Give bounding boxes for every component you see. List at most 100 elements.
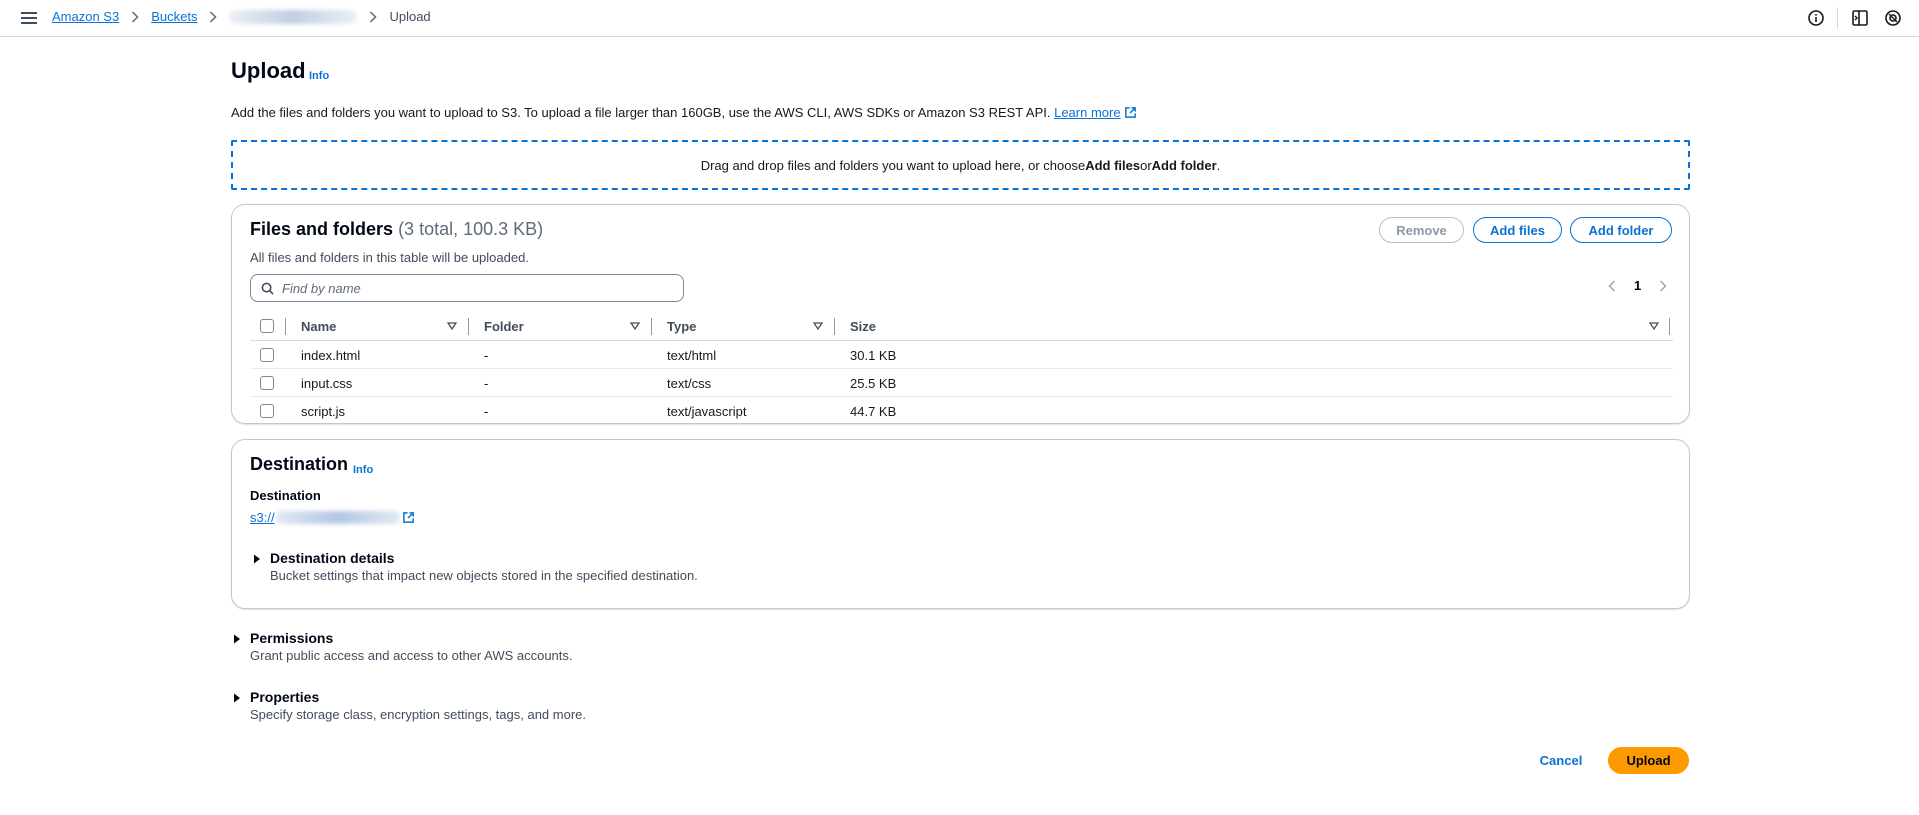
column-divider	[468, 318, 469, 335]
caret-right-icon	[234, 634, 240, 644]
cell-type: text/javascript	[667, 403, 747, 419]
destination-s3-link[interactable]: s3://	[250, 510, 415, 525]
page-number-1[interactable]: 1	[1634, 278, 1641, 293]
cell-folder: -	[484, 347, 489, 363]
page-description: Add the files and folders you want to up…	[231, 105, 1137, 120]
cell-size: 25.5 KB	[850, 375, 897, 391]
sort-icon[interactable]	[447, 321, 457, 331]
cell-folder: -	[484, 403, 489, 419]
search-input[interactable]	[282, 280, 662, 296]
dropzone-middle: or	[1140, 157, 1152, 173]
dropzone-prefix: Drag and drop files and folders you want…	[700, 157, 1086, 173]
sort-icon[interactable]	[1649, 321, 1659, 331]
bucket-name-redacted[interactable]	[275, 511, 400, 524]
chevron-right-icon	[370, 10, 378, 23]
toolbar-divider	[1837, 7, 1838, 29]
chevron-left-icon[interactable]	[1607, 279, 1617, 292]
permissions-desc: Grant public access and access to other …	[250, 648, 573, 663]
external-link-icon[interactable]	[1124, 106, 1137, 119]
breadcrumb-bucket-name-redacted[interactable]	[229, 9, 358, 24]
properties-title[interactable]: Properties	[250, 689, 586, 705]
row-checkbox[interactable]	[260, 404, 274, 418]
split-panel-icon[interactable]	[1850, 8, 1870, 28]
search-icon	[261, 282, 274, 295]
destination-details-title[interactable]: Destination details	[270, 550, 698, 566]
column-header-type[interactable]: Type	[667, 311, 696, 341]
destination-panel: Destination Info Destination s3:// Desti…	[231, 439, 1690, 609]
select-all-checkbox[interactable]	[260, 319, 274, 333]
row-select-cell	[260, 341, 274, 369]
hamburger-menu-icon[interactable]	[20, 9, 38, 27]
table-header: Name Folder Type Size	[250, 311, 1673, 341]
row-checkbox[interactable]	[260, 348, 274, 362]
files-panel-description: All files and folders in this table will…	[250, 250, 529, 265]
description-text: Add the files and folders you want to up…	[231, 105, 1051, 120]
upload-button[interactable]: Upload	[1608, 747, 1689, 774]
row-select-cell	[260, 369, 274, 397]
sort-icon[interactable]	[813, 321, 823, 331]
table-row[interactable]: index.html - text/html 30.1 KB	[250, 341, 1673, 369]
breadcrumb: Amazon S3 Buckets Upload	[52, 9, 431, 24]
cell-name: input.css	[301, 375, 353, 391]
chevron-right-icon	[210, 10, 218, 23]
add-folder-button[interactable]: Add folder	[1570, 217, 1672, 243]
cancel-button[interactable]: Cancel	[1528, 748, 1594, 772]
s3-prefix[interactable]: s3://	[250, 510, 275, 525]
row-select-cell	[260, 397, 274, 425]
files-and-folders-panel: Files and folders (3 total, 100.3 KB) Al…	[231, 204, 1690, 424]
search-field[interactable]	[250, 274, 684, 302]
chevron-right-icon	[132, 10, 139, 23]
learn-more-link[interactable]: Learn more	[1054, 105, 1136, 120]
cell-size: 44.7 KB	[850, 403, 897, 419]
info-circle-icon[interactable]	[1806, 8, 1826, 28]
settings-toggle[interactable]	[1883, 8, 1903, 28]
destination-label: Destination	[250, 488, 321, 503]
info-panel-toggle[interactable]	[1806, 8, 1826, 28]
table-row[interactable]: input.css - text/css 25.5 KB	[250, 369, 1673, 397]
drop-zone[interactable]: Drag and drop files and folders you want…	[231, 140, 1690, 190]
row-checkbox[interactable]	[260, 376, 274, 390]
chevron-right-icon[interactable]	[1658, 279, 1668, 292]
destination-info-link[interactable]: Info	[353, 464, 373, 476]
cell-folder: -	[484, 375, 489, 391]
sort-icon[interactable]	[630, 321, 640, 331]
permissions-title[interactable]: Permissions	[250, 630, 573, 646]
pagination: 1	[1607, 278, 1668, 293]
column-divider	[285, 318, 286, 335]
status-circle-icon[interactable]	[1883, 8, 1903, 28]
properties-expander[interactable]: Properties Specify storage class, encryp…	[231, 689, 586, 722]
cell-name: script.js	[301, 403, 346, 419]
add-files-button[interactable]: Add files	[1473, 217, 1562, 243]
column-divider	[651, 318, 652, 335]
column-header-name[interactable]: Name	[301, 311, 336, 341]
cell-name: index.html	[301, 347, 361, 363]
caret-right-icon	[254, 554, 260, 564]
dropzone-add-files: Add files	[1085, 157, 1141, 173]
remove-button[interactable]: Remove	[1379, 217, 1464, 243]
destination-details-desc: Bucket settings that impact new objects …	[270, 568, 698, 583]
column-header-folder[interactable]: Folder	[484, 311, 524, 341]
title-info-link[interactable]: Info	[309, 70, 329, 82]
column-header-size[interactable]: Size	[850, 311, 876, 341]
learn-more-label[interactable]: Learn more	[1054, 105, 1120, 120]
properties-desc: Specify storage class, encryption settin…	[250, 707, 587, 722]
page-title: Upload	[231, 58, 306, 83]
external-link-icon[interactable]	[402, 511, 415, 524]
column-divider	[1669, 318, 1670, 335]
caret-right-icon	[234, 693, 240, 703]
files-title-text: Files and folders	[250, 219, 394, 239]
breadcrumb-amazon-s3[interactable]: Amazon S3	[52, 9, 119, 24]
breadcrumb-current: Upload	[389, 9, 431, 24]
cell-type: text/html	[667, 347, 717, 363]
destination-details-expander[interactable]: Destination details Bucket settings that…	[251, 550, 698, 583]
select-all-cell	[260, 311, 274, 341]
files-panel-title: Files and folders (3 total, 100.3 KB)	[250, 219, 543, 240]
side-panel-toggle[interactable]	[1850, 8, 1870, 28]
table-row[interactable]: script.js - text/javascript 44.7 KB	[250, 397, 1673, 425]
breadcrumb-buckets[interactable]: Buckets	[151, 9, 197, 24]
column-divider	[834, 318, 835, 335]
cell-size: 30.1 KB	[850, 347, 897, 363]
permissions-expander[interactable]: Permissions Grant public access and acce…	[231, 630, 573, 663]
top-navigation: Amazon S3 Buckets Upload	[0, 0, 1919, 37]
dropzone-suffix: .	[1216, 157, 1221, 173]
